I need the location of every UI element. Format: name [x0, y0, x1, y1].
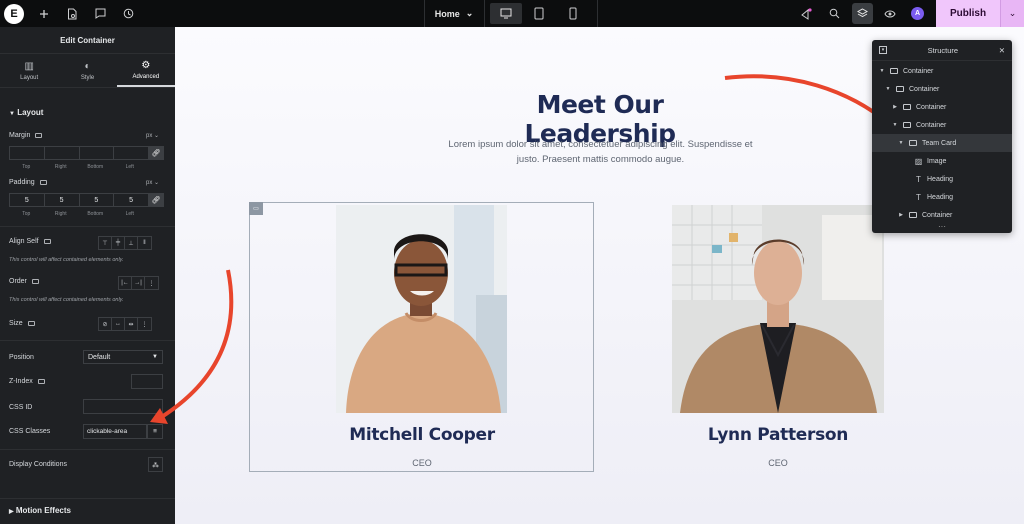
- structure-item[interactable]: T Heading: [872, 170, 1012, 188]
- structure-item-label: Container: [916, 103, 947, 111]
- arrow-to-css-classes: [158, 269, 234, 420]
- resize-handle-icon[interactable]: ···: [872, 223, 1012, 231]
- caret-down-icon[interactable]: ▼: [897, 140, 905, 146]
- structure-item[interactable]: ▼ Container: [872, 116, 1012, 134]
- structure-item[interactable]: ▼ Container: [872, 62, 1012, 80]
- heading-icon: T: [916, 174, 921, 184]
- structure-item-label: Container: [916, 121, 947, 129]
- structure-item-label: Container: [903, 67, 934, 75]
- image-icon: ▨: [914, 156, 923, 166]
- structure-navigator: ▾ Structure ✕ ▼ Container ▼ Container ▶ Con…: [872, 40, 1012, 233]
- caret-right-icon[interactable]: ▶: [897, 212, 905, 218]
- structure-item[interactable]: ▨ Image: [872, 152, 1012, 170]
- container-icon: [903, 104, 911, 110]
- structure-item-label: Heading: [927, 175, 954, 183]
- structure-item-selected[interactable]: ▼ Team Card: [872, 134, 1012, 152]
- structure-item[interactable]: ▼ Container: [872, 80, 1012, 98]
- caret-down-icon[interactable]: ▼: [884, 86, 892, 92]
- structure-item-label: Container: [909, 85, 940, 93]
- structure-item[interactable]: T Heading: [872, 188, 1012, 206]
- caret-down-icon[interactable]: ▼: [891, 122, 899, 128]
- structure-header: ▾ Structure ✕: [872, 40, 1012, 61]
- annotation-arrows: [150, 74, 900, 424]
- caret-down-icon[interactable]: ▼: [878, 68, 886, 74]
- arrow-to-team-card: [724, 74, 894, 128]
- structure-title: Structure: [927, 45, 959, 55]
- structure-item-label: Container: [922, 211, 953, 219]
- container-icon: [890, 68, 898, 74]
- structure-item[interactable]: ▶ Container: [872, 98, 1012, 116]
- structure-item-label: Team Card: [922, 139, 957, 147]
- structure-item-label: Heading: [927, 193, 954, 201]
- caret-right-icon[interactable]: ▶: [891, 104, 899, 110]
- container-icon: [909, 212, 917, 218]
- container-icon: [909, 140, 917, 146]
- heading-icon: T: [916, 192, 921, 202]
- container-icon: [896, 86, 904, 92]
- close-icon[interactable]: ✕: [999, 46, 1005, 55]
- container-icon: [903, 122, 911, 128]
- structure-collapse-icon[interactable]: ▾: [879, 46, 887, 54]
- structure-item-label: Image: [927, 157, 947, 165]
